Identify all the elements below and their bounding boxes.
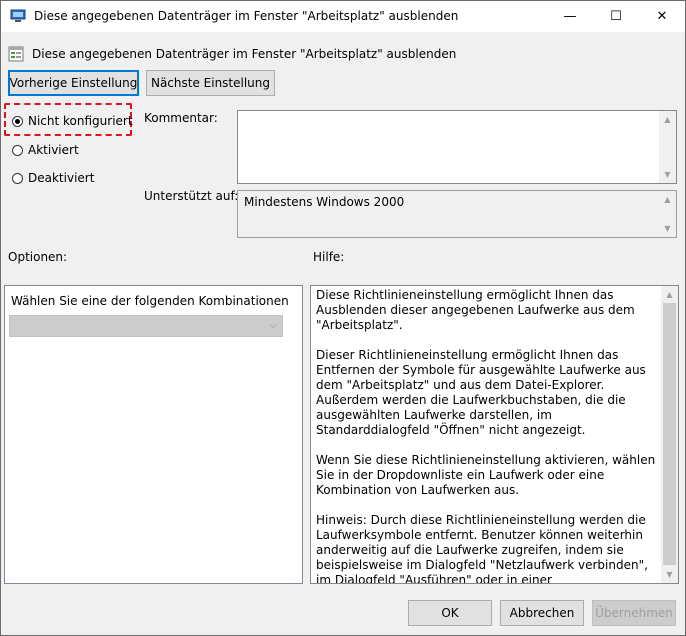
setting-title: Diese angegebenen Datenträger im Fenster…: [32, 47, 457, 61]
radio-label: Deaktiviert: [28, 171, 95, 185]
scroll-down-icon[interactable]: ▼: [659, 220, 676, 237]
window-title: Diese angegebenen Datenträger im Fenster…: [34, 9, 459, 23]
policy-setting-icon: [8, 46, 24, 62]
close-icon: ✕: [656, 9, 668, 24]
radio-unselected-icon: [12, 144, 23, 156]
radio-not-configured[interactable]: Nicht konfiguriert: [12, 114, 133, 128]
supported-on-value: Mindestens Windows 2000: [244, 195, 405, 209]
radio-selected-icon: [12, 115, 23, 127]
options-label: Optionen:: [8, 250, 68, 264]
close-button[interactable]: ✕: [639, 1, 685, 32]
supported-scrollbar[interactable]: ▲ ▼: [659, 191, 676, 237]
radio-unselected-icon: [12, 172, 23, 184]
maximize-icon: ☐: [610, 9, 622, 24]
radio-disabled[interactable]: Deaktiviert: [12, 171, 94, 185]
comment-label: Kommentar:: [144, 111, 218, 125]
policy-dialog-window: Diese angegebenen Datenträger im Fenster…: [0, 0, 686, 636]
comment-scrollbar[interactable]: ▲ ▼: [659, 111, 676, 183]
scroll-thumb[interactable]: [663, 303, 676, 565]
apply-button[interactable]: Übernehmen: [592, 600, 676, 626]
supported-on-field: Mindestens Windows 2000 ▲ ▼: [237, 190, 677, 238]
scroll-down-icon[interactable]: ▼: [659, 166, 676, 183]
help-label: Hilfe:: [313, 250, 345, 264]
setting-header: Diese angegebenen Datenträger im Fenster…: [8, 45, 456, 63]
help-scrollbar[interactable]: ▲ ▼: [661, 286, 678, 583]
scroll-up-icon[interactable]: ▲: [661, 286, 678, 303]
scroll-up-icon[interactable]: ▲: [659, 191, 676, 208]
comment-textarea[interactable]: ▲ ▼: [237, 110, 677, 184]
help-paragraph: Diese Richtlinieneinstellung ermöglicht …: [316, 288, 635, 332]
help-paragraph: Dieser Richtlinieneinstellung ermöglicht…: [316, 348, 646, 437]
scroll-up-icon[interactable]: ▲: [659, 111, 676, 128]
ok-button[interactable]: OK: [408, 600, 492, 626]
scroll-down-icon[interactable]: ▼: [661, 566, 678, 583]
cancel-button[interactable]: Abbrechen: [500, 600, 584, 626]
title-bar: Diese angegebenen Datenträger im Fenster…: [1, 1, 685, 32]
radio-label: Nicht konfiguriert: [28, 114, 133, 128]
computer-icon: [10, 9, 26, 22]
supported-on-label: Unterstützt auf:: [144, 189, 239, 203]
minimize-icon: —: [563, 9, 577, 24]
help-paragraph: Wenn Sie diese Richtlinieneinstellung ak…: [316, 453, 656, 497]
chevron-down-icon: ⌵: [269, 320, 277, 331]
radio-label: Aktiviert: [28, 143, 79, 157]
radio-enabled[interactable]: Aktiviert: [12, 143, 79, 157]
minimize-button[interactable]: —: [547, 1, 593, 32]
maximize-button[interactable]: ☐: [593, 1, 639, 32]
help-panel: Diese Richtlinieneinstellung ermöglicht …: [310, 285, 679, 584]
next-setting-button[interactable]: Nächste Einstellung: [146, 70, 275, 96]
previous-setting-button[interactable]: Vorherige Einstellung: [8, 70, 139, 96]
help-text: Diese Richtlinieneinstellung ermöglicht …: [316, 288, 656, 584]
drive-combination-dropdown[interactable]: ⌵: [9, 315, 283, 337]
combo-label: Wählen Sie eine der folgenden Kombinatio…: [11, 294, 289, 308]
help-paragraph: Hinweis: Durch diese Richtlinieneinstell…: [316, 513, 648, 584]
